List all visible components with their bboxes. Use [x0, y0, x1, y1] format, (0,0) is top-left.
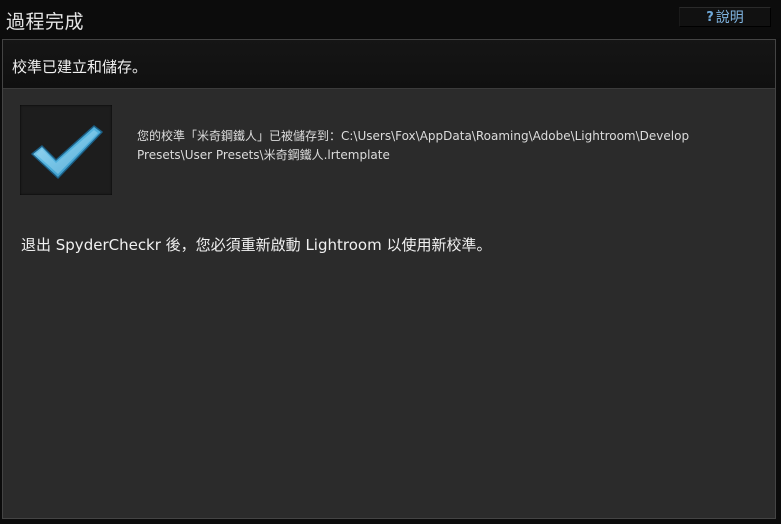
restart-instruction: 退出 SpyderCheckr 後，您必須重新啟動 Lightroom 以使用新… [21, 236, 492, 254]
content-panel: 校準已建立和儲存。 您的校準「米奇鋼鐵人」已被儲存到：C:\Users\Fox\… [2, 39, 776, 519]
panel-heading: 校準已建立和儲存。 [12, 58, 148, 76]
checkmark-tile [20, 105, 112, 195]
help-button[interactable]: ? 說明 [679, 7, 771, 27]
title-bar: 過程完成 ? 說明 [0, 0, 781, 38]
checkmark-icon [31, 125, 103, 179]
dialog-window: 過程完成 ? 說明 校準已建立和儲存。 您的校準「米奇鋼鐵人」已被儲存到：C:\… [0, 0, 781, 524]
saved-location-message: 您的校準「米奇鋼鐵人」已被儲存到：C:\Users\Fox\AppData\Ro… [137, 129, 690, 162]
help-button-label: 說明 [715, 10, 744, 26]
window-title: 過程完成 [6, 11, 85, 33]
question-icon: ? [706, 9, 714, 25]
panel-header: 校準已建立和儲存。 [3, 40, 775, 89]
